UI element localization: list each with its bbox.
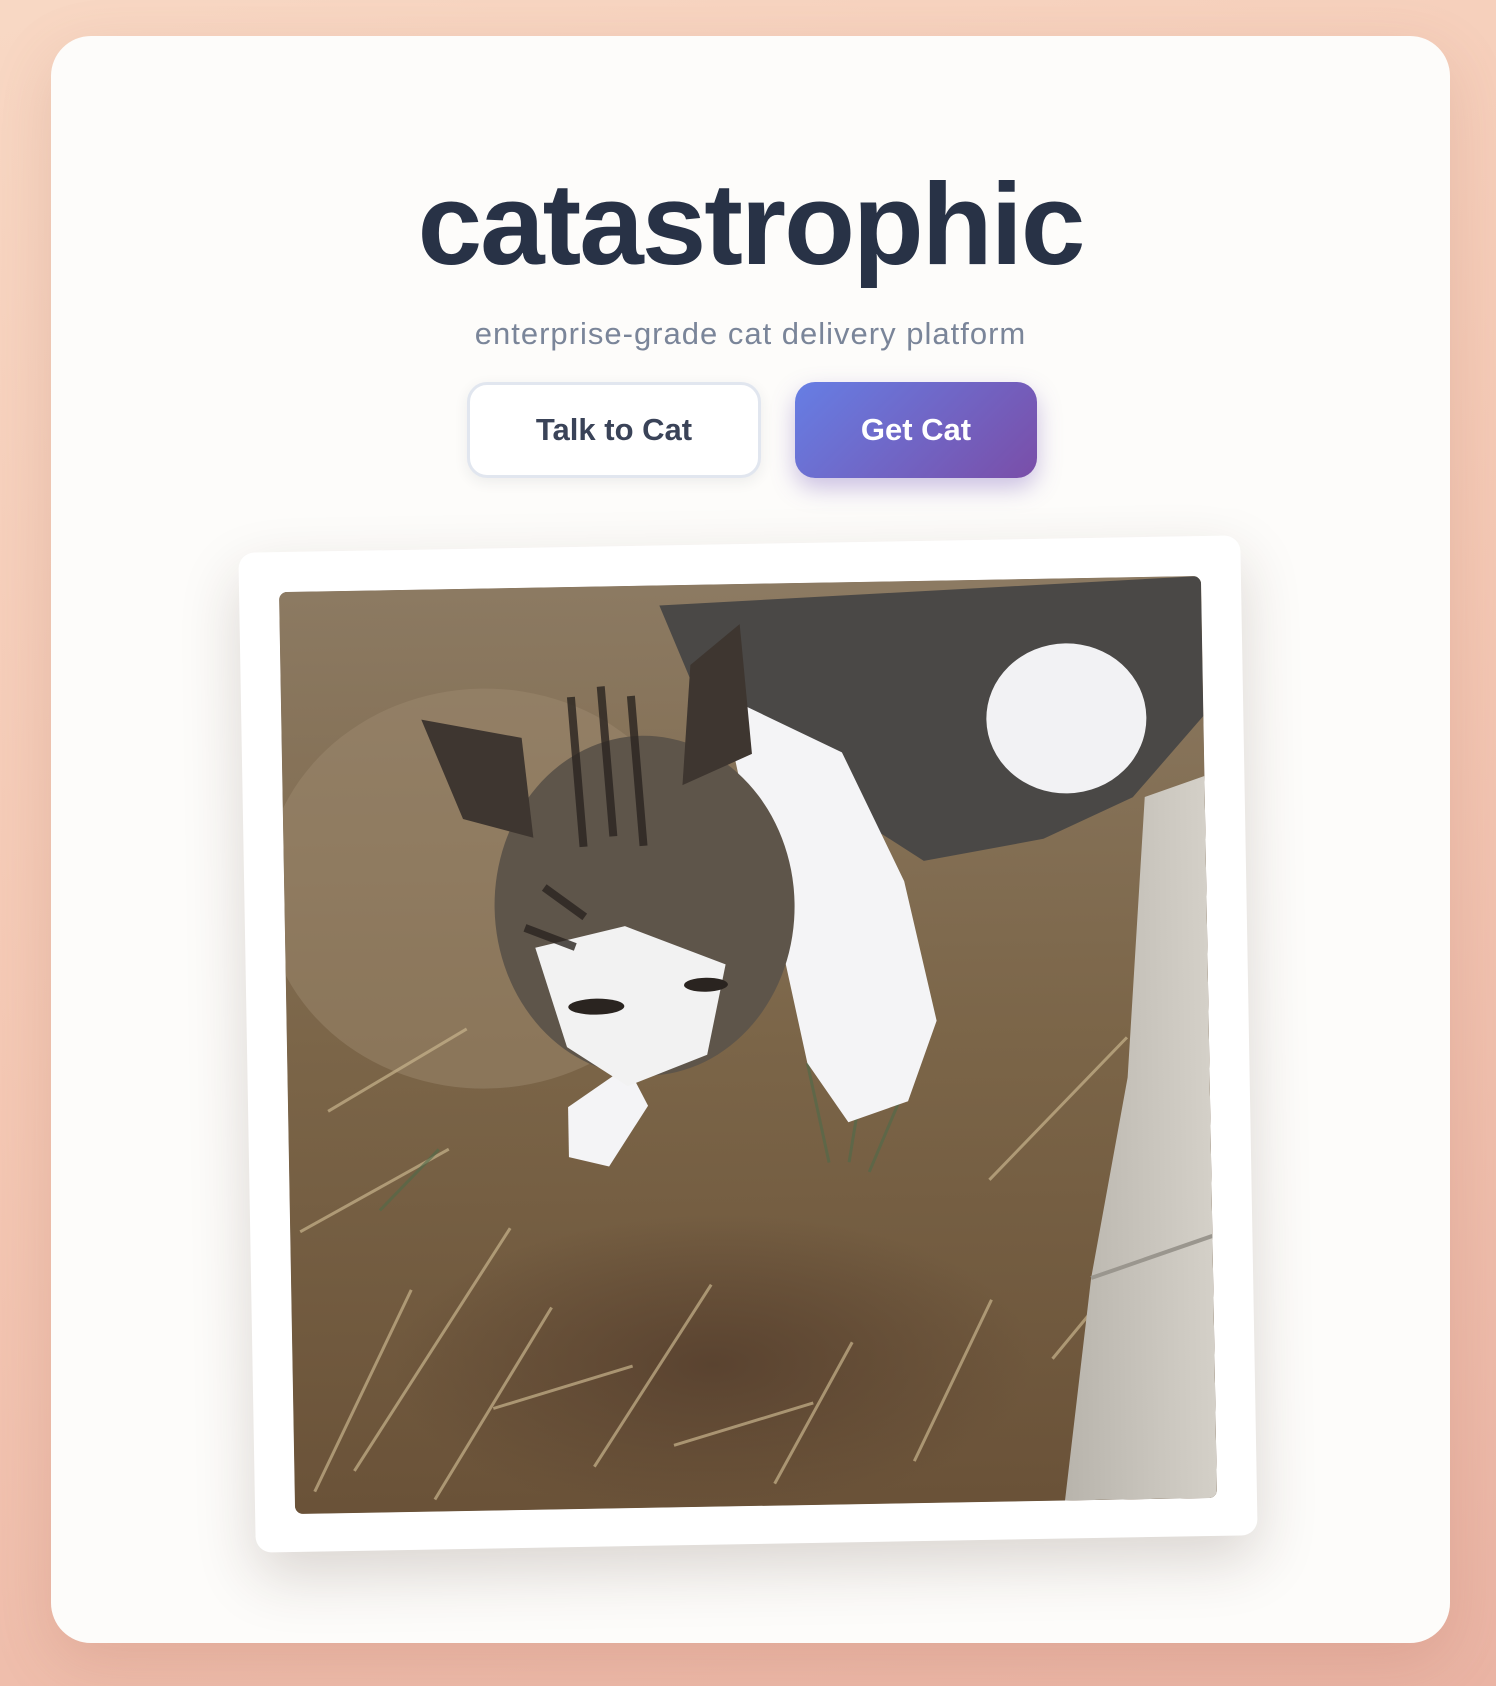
cat-photo xyxy=(279,576,1217,1514)
cat-photo-illustration xyxy=(279,576,1217,1514)
page-title: catastrophic xyxy=(417,159,1086,289)
cat-photo-frame xyxy=(238,535,1258,1553)
main-card: catastrophic enterprise-grade cat delive… xyxy=(51,36,1450,1643)
page-subtitle: enterprise-grade cat delivery platform xyxy=(474,316,1027,351)
talk-to-cat-button[interactable]: Talk to Cat xyxy=(467,382,761,478)
get-cat-button[interactable]: Get Cat xyxy=(795,382,1037,478)
